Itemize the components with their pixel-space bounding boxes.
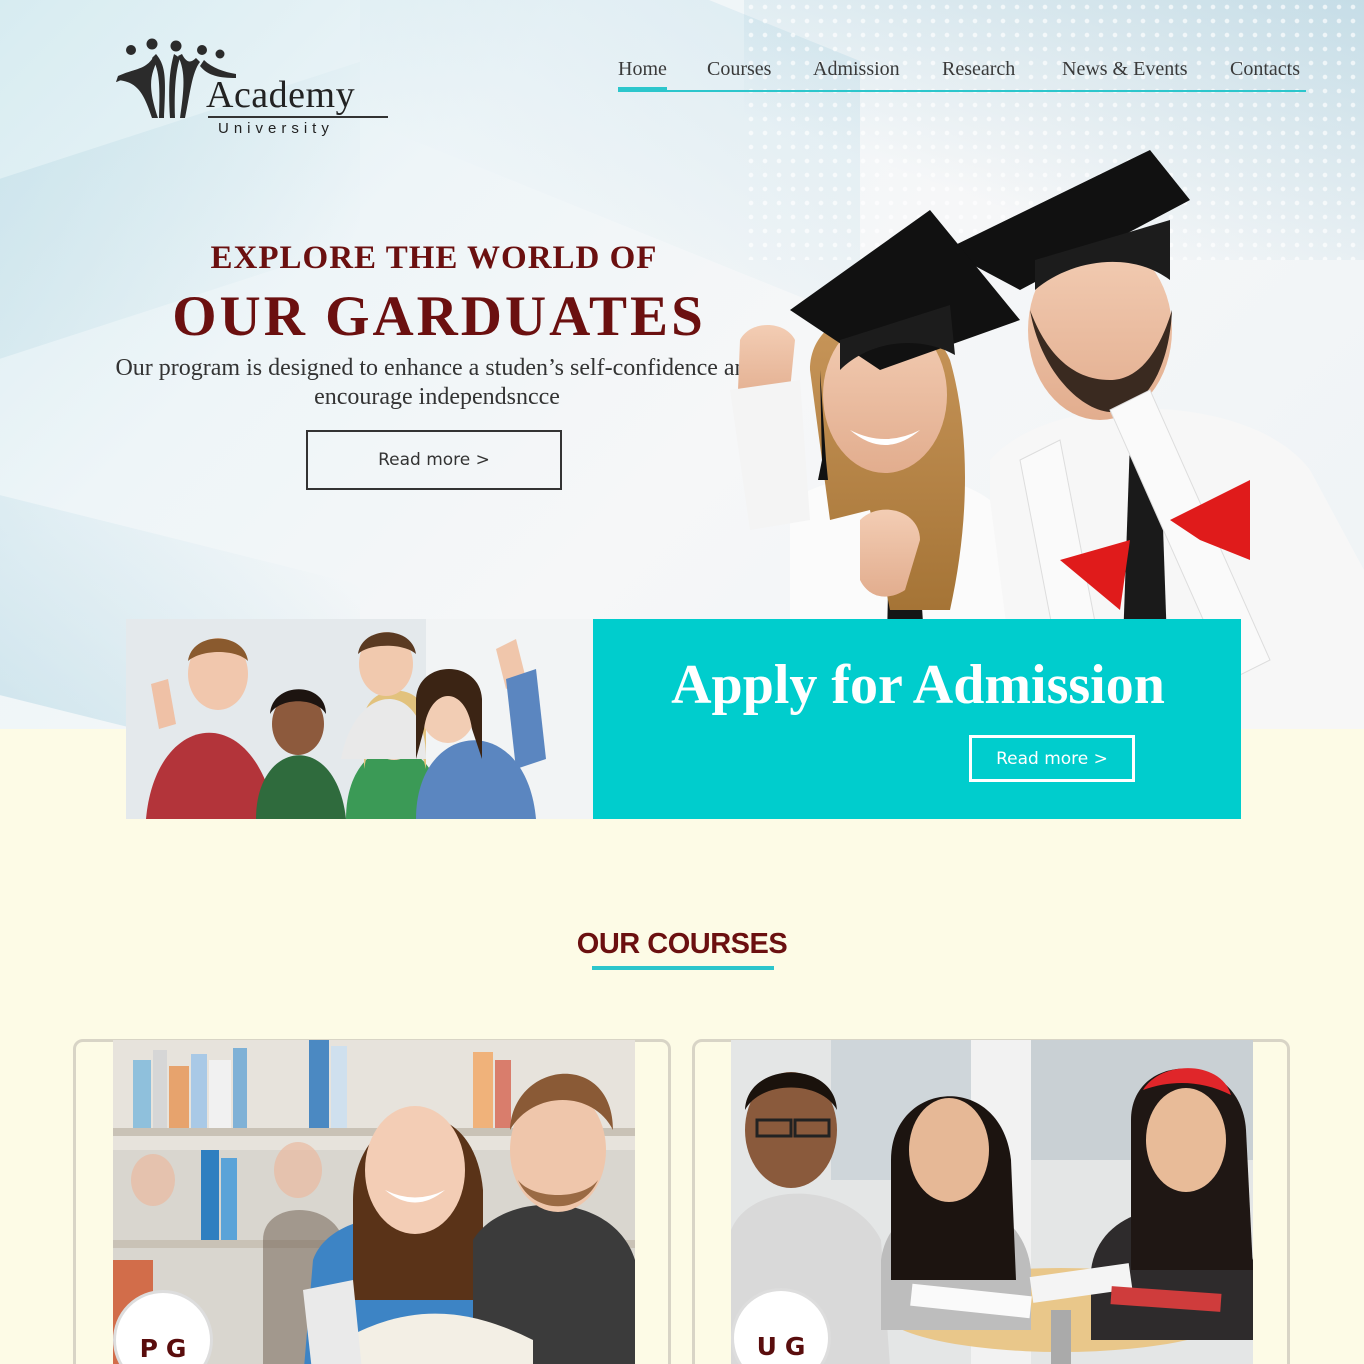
nav-item-courses[interactable]: Courses	[707, 58, 771, 81]
hero-read-more-button[interactable]: Read more >	[306, 430, 562, 490]
nav-underline	[618, 90, 1306, 92]
nav-item-research[interactable]: Research	[942, 58, 1015, 81]
admission-panel: Apply for Admission Read more >	[593, 619, 1241, 819]
nav-item-contacts[interactable]: Contacts	[1230, 58, 1300, 81]
nav-item-admission[interactable]: Admission	[813, 58, 900, 81]
courses-heading-underline	[592, 966, 774, 970]
nav-item-home[interactable]: Home	[618, 58, 667, 91]
courses-heading: OUR COURSES	[576, 928, 788, 960]
admission-read-more-button[interactable]: Read more >	[969, 735, 1135, 782]
logo-wordmark: Academy	[206, 74, 356, 116]
students-group-illustration	[126, 619, 593, 819]
logo-tagline: University	[218, 120, 334, 137]
admission-title: Apply for Admission	[671, 654, 1165, 716]
hero-description: Our program is designed to enhance a stu…	[115, 355, 759, 410]
course-card-pg[interactable]: PG	[73, 1039, 671, 1364]
logo-divider	[208, 116, 388, 118]
nav-item-news-events[interactable]: News & Events	[1062, 58, 1188, 81]
site-logo[interactable]: Academy University	[116, 38, 396, 142]
course-card-ug[interactable]: UG	[692, 1039, 1290, 1364]
students-group-photo	[126, 619, 593, 819]
main-nav: Home Courses Admission Research News & E…	[618, 58, 1306, 94]
